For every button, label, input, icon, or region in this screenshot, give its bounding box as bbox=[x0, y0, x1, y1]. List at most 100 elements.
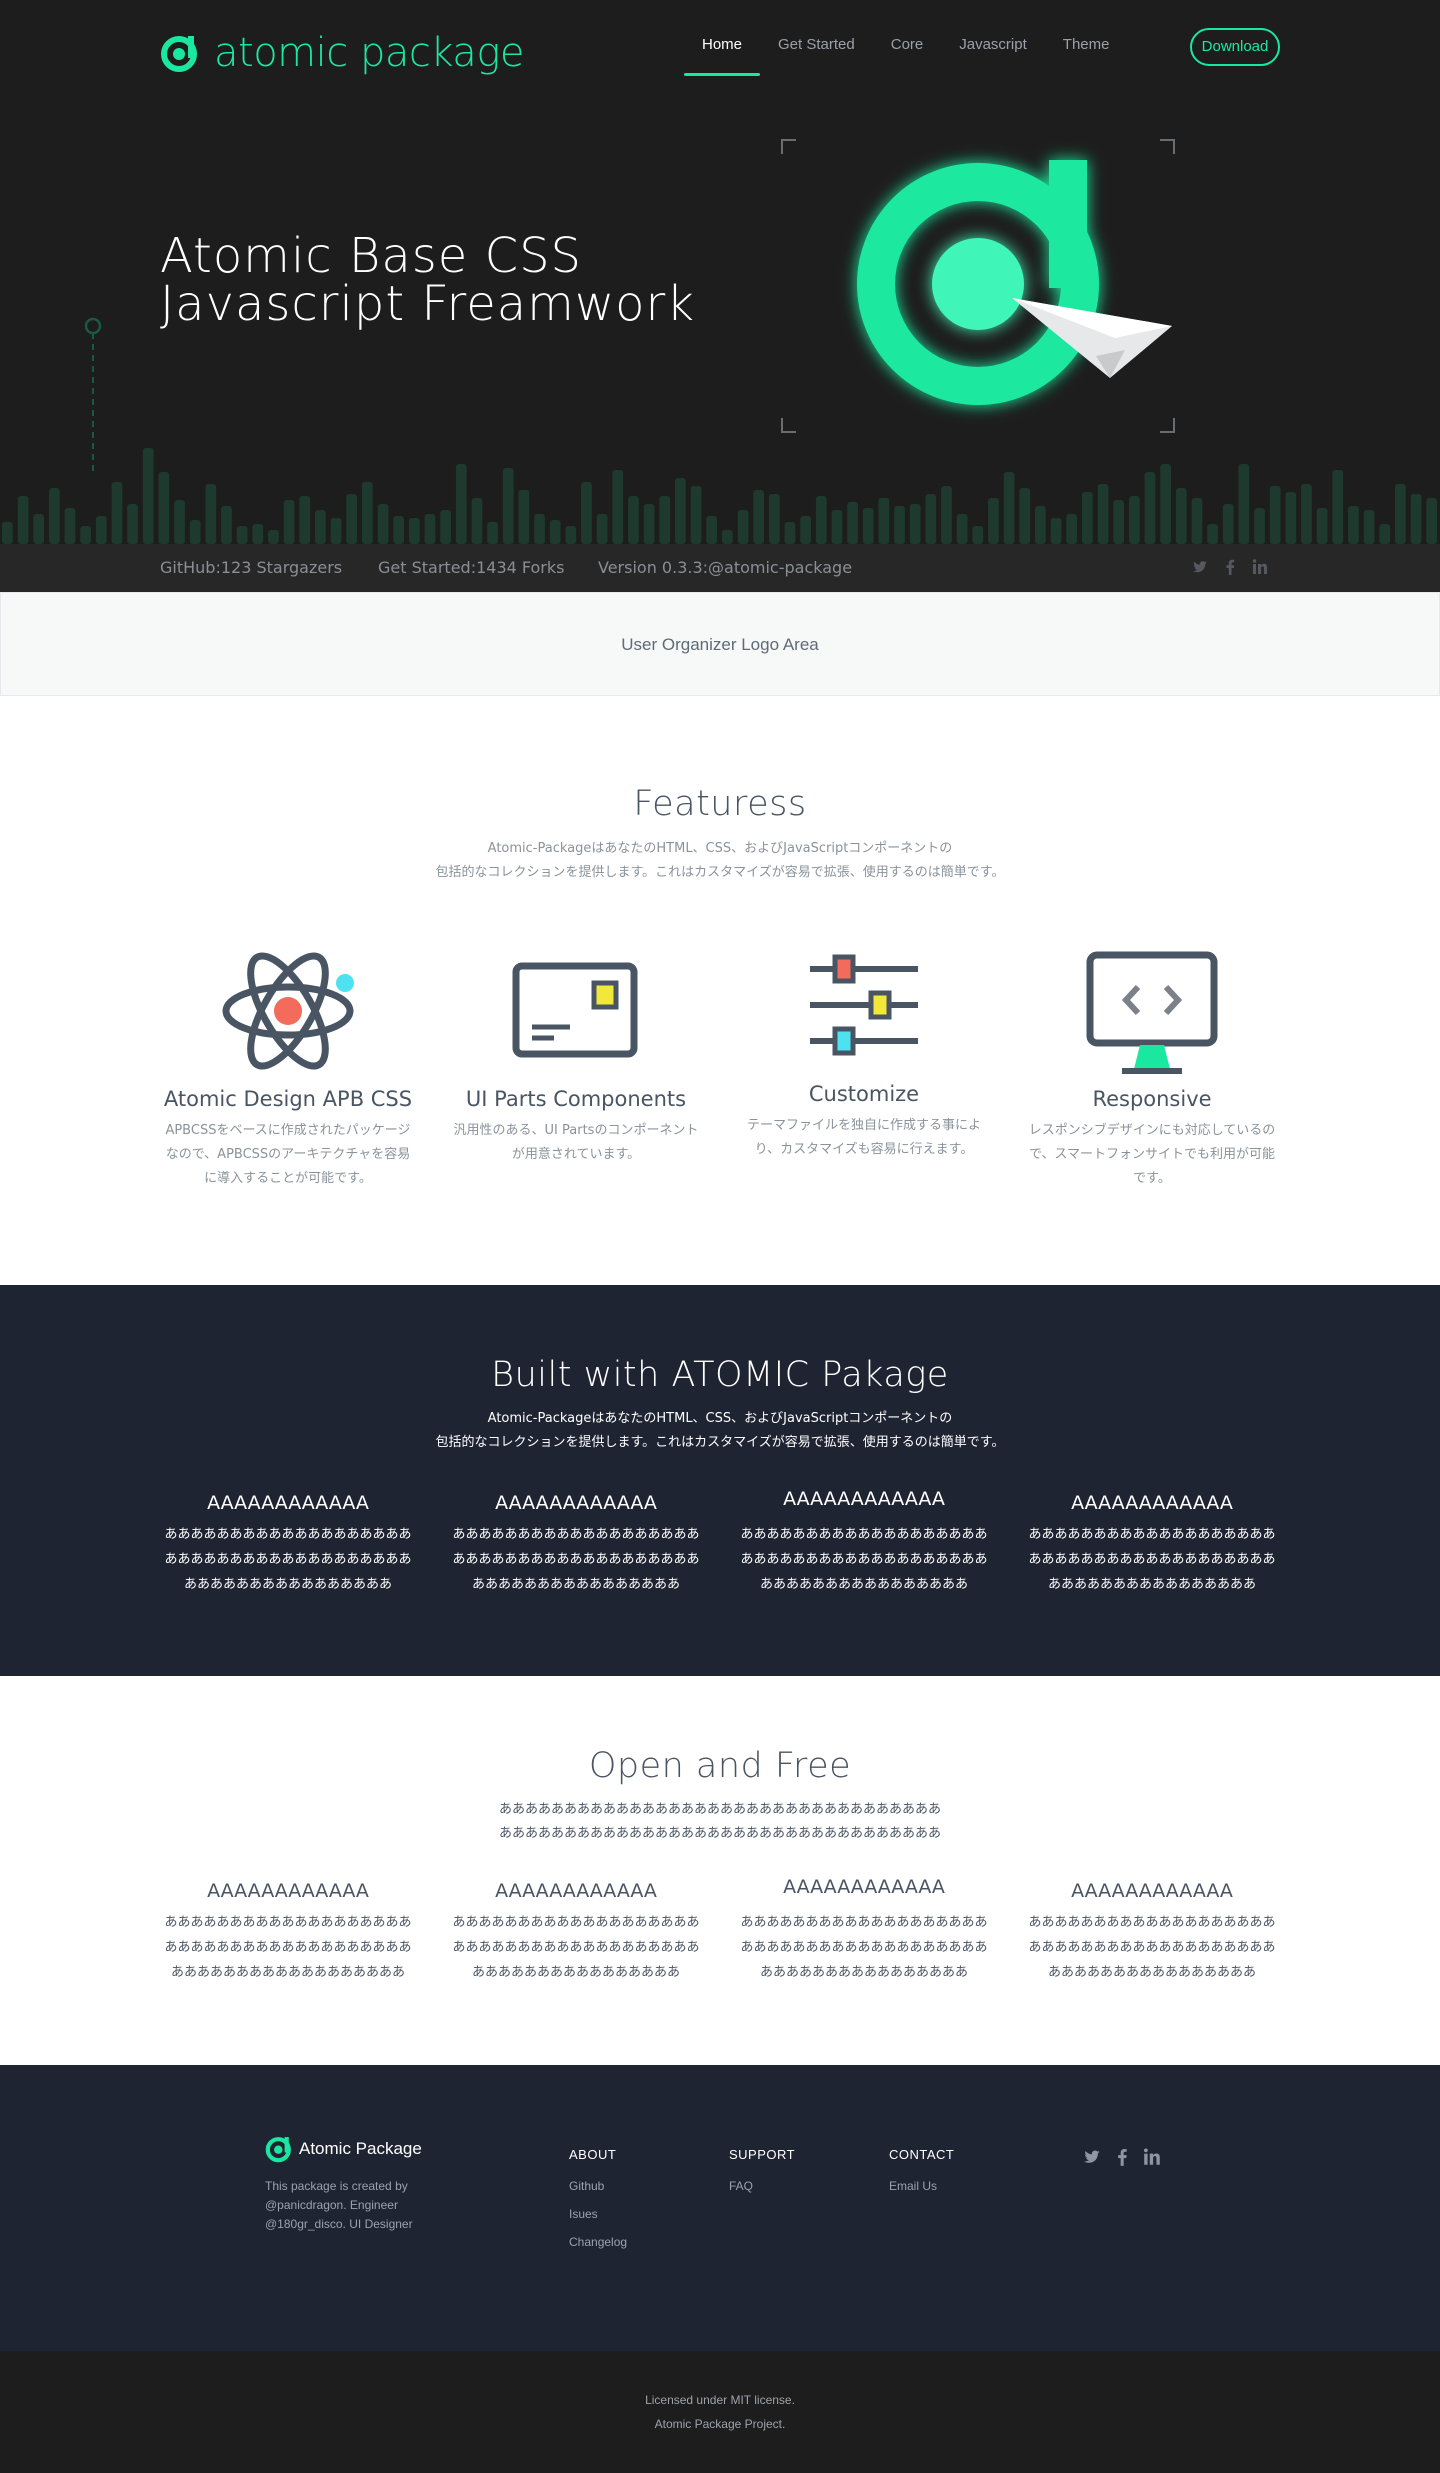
nav-javascript[interactable]: Javascript bbox=[941, 0, 1045, 76]
open-card-heading: AAAAAAAAAAAA bbox=[1071, 1880, 1233, 1902]
hero-bar bbox=[612, 470, 624, 544]
feature-desc: レスポンシブデザインにも対応しているので、スマートフォンサイトでも利用が可能です… bbox=[1028, 1123, 1276, 1186]
hero-section: atomic package Home Get Started Core Jav… bbox=[0, 0, 1440, 592]
hero-bar bbox=[706, 516, 717, 544]
stats-bar: GitHub:123 Stargazers Get Started:1434 F… bbox=[0, 544, 1440, 592]
hero-bar bbox=[1082, 492, 1093, 544]
nav-get-started[interactable]: Get Started bbox=[760, 0, 873, 76]
brand-name: atomic package bbox=[214, 30, 524, 76]
nav-core[interactable]: Core bbox=[873, 0, 942, 76]
hero-bar bbox=[1410, 494, 1422, 544]
open-title: Open and Free bbox=[588, 1746, 852, 1786]
feature-desc: 汎用性のある、UI Partsのコンポーネントが用意されています。 bbox=[453, 1123, 699, 1162]
built-card-heading: AAAAAAAAAAAA bbox=[1071, 1492, 1233, 1514]
hero-bar bbox=[1207, 524, 1218, 544]
open-card: AAAAAAAAAAAA あああああああああああああああああああああああああああ… bbox=[736, 1876, 992, 1985]
hero-social-links bbox=[1192, 558, 1268, 576]
hero-bar bbox=[362, 482, 373, 544]
linkedin-icon[interactable] bbox=[1252, 558, 1268, 576]
hero-bar bbox=[534, 514, 545, 544]
features-section: Featuress Atomic-PackageはあなたのHTML、CSS、およ… bbox=[0, 696, 1440, 1285]
footer-about-line: @panicdragon. Engineer bbox=[265, 2198, 398, 2212]
twitter-icon[interactable] bbox=[1192, 558, 1208, 576]
nav-home[interactable]: Home bbox=[684, 0, 761, 76]
hero-bar bbox=[565, 526, 577, 544]
footer-col-support: SUPPORT FAQ bbox=[729, 2147, 795, 2200]
hero-bar bbox=[1113, 500, 1124, 544]
feature-title: Atomic Design APB CSS bbox=[163, 1087, 413, 1111]
hero-bar bbox=[596, 514, 608, 544]
footer-about-text: This package is created by @panicdragon.… bbox=[265, 2177, 445, 2234]
hero-bar bbox=[1269, 486, 1281, 544]
features-desc-line2: 包括的なコレクションを提供します。これはカスタマイズが容易で拡張、使用するのは簡… bbox=[435, 865, 1005, 880]
sliders-icon bbox=[810, 954, 918, 1056]
built-card: AAAAAAAAAAAA あああああああああああああああああああああああああああ… bbox=[160, 1492, 416, 1597]
hero-bar bbox=[330, 518, 342, 544]
facebook-icon[interactable] bbox=[1113, 2147, 1131, 2167]
hero-bar bbox=[925, 494, 937, 544]
download-button[interactable]: Download bbox=[1190, 28, 1280, 66]
hero-bar bbox=[299, 496, 311, 544]
hero-bar bbox=[769, 494, 780, 544]
open-card-heading: AAAAAAAAAAAA bbox=[207, 1880, 369, 1902]
version-stat: Version 0.3.3:@atomic-package bbox=[598, 558, 853, 577]
hero-bar bbox=[1050, 518, 1062, 544]
hero-bar bbox=[174, 500, 185, 544]
card-icon bbox=[512, 962, 638, 1058]
hero-bar bbox=[581, 482, 592, 544]
site-footer: Atomic Package This package is created b… bbox=[0, 2065, 1440, 2351]
hero-bar bbox=[1426, 498, 1437, 544]
features-title: Featuress bbox=[633, 784, 807, 824]
built-card-text: ああああああああああああああああああああああああああああああああああああああああ… bbox=[164, 1527, 412, 1592]
footer-link-email[interactable]: Email Us bbox=[889, 2172, 954, 2200]
footer-link-github[interactable]: Github bbox=[569, 2172, 627, 2200]
hero-bar bbox=[1222, 504, 1234, 544]
hero-bar bbox=[1332, 470, 1344, 544]
brand-logo-link[interactable]: atomic package bbox=[160, 33, 524, 73]
nav-theme[interactable]: Theme bbox=[1045, 0, 1128, 76]
hero-bar bbox=[33, 514, 44, 544]
hero-bar bbox=[127, 504, 138, 544]
facebook-icon[interactable] bbox=[1222, 558, 1238, 576]
linkedin-icon[interactable] bbox=[1143, 2147, 1161, 2167]
footer-link-faq[interactable]: FAQ bbox=[729, 2172, 795, 2200]
hero-bar bbox=[502, 468, 514, 544]
license-text: Licensed under MIT license. bbox=[645, 2393, 795, 2407]
hero-bar bbox=[440, 510, 451, 544]
footer-link-issues[interactable]: Isues bbox=[569, 2200, 627, 2228]
footer-col-contact: CONTACT Email Us bbox=[889, 2147, 954, 2200]
feature-desc: APBCSSをベースに作成されたパッケージなので、APBCSSのアーキテクチャを… bbox=[165, 1123, 411, 1186]
open-card-text: ああああああああああああああああああああああああああああああああああああああああ… bbox=[164, 1915, 412, 1980]
hero-bar bbox=[894, 506, 905, 544]
built-card-heading: AAAAAAAAAAAA bbox=[207, 1492, 369, 1514]
hero-bar bbox=[518, 490, 530, 544]
hero-bar bbox=[800, 516, 811, 544]
hero-bar bbox=[878, 498, 890, 544]
hero-bar bbox=[1191, 498, 1203, 544]
hero-bar bbox=[1066, 514, 1077, 544]
hero-bar bbox=[643, 504, 655, 544]
hero-bar bbox=[424, 514, 436, 544]
hero-bar bbox=[1395, 484, 1406, 544]
hero-title-line2: Javascript Freamwork bbox=[160, 276, 696, 332]
hero-bar bbox=[784, 522, 796, 544]
hero-bar bbox=[549, 520, 561, 544]
hero-bar bbox=[158, 472, 170, 544]
hero-bar bbox=[2, 522, 13, 544]
footer-link-changelog[interactable]: Changelog bbox=[569, 2228, 627, 2256]
feature-card: Customize テーマファイルを独自に作成する事により、カスタマイズも容易に… bbox=[736, 936, 992, 1162]
feature-desc: テーマファイルを独自に作成する事により、カスタマイズも容易に行えます。 bbox=[746, 1118, 981, 1157]
hero-bar bbox=[142, 448, 154, 544]
hero-bar bbox=[659, 496, 671, 544]
open-card: AAAAAAAAAAAA あああああああああああああああああああああああああああ… bbox=[1024, 1880, 1280, 1985]
hero-bar bbox=[1129, 496, 1140, 544]
footer-brand-link[interactable]: Atomic Package bbox=[265, 2135, 422, 2163]
footer-col-about: ABOUT Github Isues Changelog bbox=[569, 2147, 627, 2256]
built-card-heading: AAAAAAAAAAAA bbox=[495, 1492, 657, 1514]
hero-bar bbox=[236, 526, 248, 544]
github-stat: GitHub:123 Stargazers bbox=[160, 558, 343, 577]
twitter-icon[interactable] bbox=[1083, 2147, 1101, 2167]
open-card: AAAAAAAAAAAA あああああああああああああああああああああああああああ… bbox=[448, 1880, 704, 1985]
hero-bar bbox=[1254, 508, 1265, 544]
monitor-code-icon bbox=[1086, 951, 1218, 1074]
